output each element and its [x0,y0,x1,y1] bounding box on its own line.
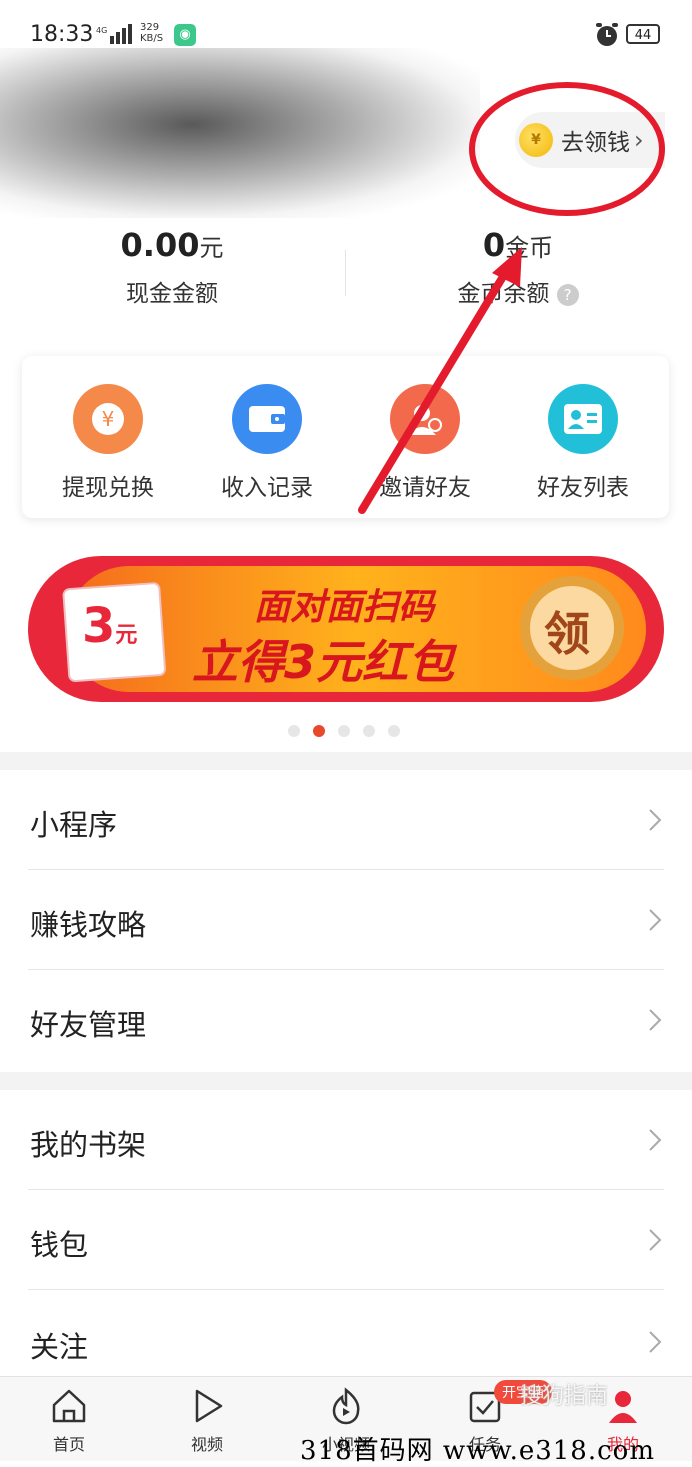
section-gap [0,752,692,770]
contacts-icon [548,384,618,454]
annotation-circle [469,82,665,216]
quick-action-label: 收入记录 [221,475,313,501]
menu-item-earning-guide[interactable]: 赚钱攻略 [0,870,692,970]
watermark-site: 318首码网 www.e318.com [300,1436,655,1466]
cash-balance-unit: 元 [199,234,224,262]
menu-item-mini-programs[interactable]: 小程序 [0,770,692,870]
annotation-arrow [358,247,522,514]
menu-item-label: 好友管理 [30,1008,147,1042]
cash-balance[interactable]: 0.00元 现金金额 [72,226,272,308]
profile-icon [609,1391,637,1423]
menu-item-label: 关注 [30,1330,89,1364]
carousel-dot[interactable] [338,725,350,737]
banner-line1: 面对面扫码 [254,587,435,628]
menu-item-bookshelf[interactable]: 我的书架 [0,1090,692,1190]
chevron-right-icon [649,809,662,831]
battery-indicator: 44 [626,24,660,44]
quick-actions-card: ¥ 提现兑换 收入记录 邀请好友 好友列表 [22,356,669,518]
carousel-dot[interactable] [363,725,375,737]
banner-line2: 立得3元红包 [192,635,455,689]
menu-item-label: 我的书架 [30,1128,147,1162]
chevron-right-icon [649,1331,662,1353]
menu-item-wallet[interactable]: 钱包 [0,1190,692,1290]
chevron-right-icon [649,909,662,931]
play-icon [195,1389,223,1423]
quick-action-friends[interactable]: 好友列表 [513,384,653,502]
menu-item-label: 小程序 [30,808,118,842]
quick-action-label: 提现兑换 [62,475,154,501]
svg-text:¥: ¥ [102,407,115,431]
tab-home[interactable]: 首页 [24,1387,114,1455]
tab-label: 首页 [52,1435,85,1454]
app-notification-icon: ◉ [174,24,196,46]
signal-icon: 4G [96,24,132,44]
chevron-right-icon [649,1129,662,1151]
menu-item-label: 钱包 [30,1228,89,1262]
cash-balance-label: 现金金额 [126,281,218,307]
carousel-dot-active[interactable] [313,725,325,737]
tab-video[interactable]: 视频 [162,1387,252,1455]
carousel-dot[interactable] [288,725,300,737]
network-speed: 329 KB/S [140,22,164,44]
home-icon [52,1389,86,1423]
cash-balance-value: 0.00 [120,226,200,264]
quick-action-withdraw[interactable]: ¥ 提现兑换 [38,384,178,502]
banner-claim-label: 领 [544,607,590,661]
menu-item-label: 赚钱攻略 [30,908,147,942]
help-icon[interactable]: ? [556,283,579,306]
section-gap [0,1072,692,1090]
promo-banner[interactable]: 3元 面对面扫码 立得3元红包 领 [26,548,666,708]
carousel-dot[interactable] [388,725,400,737]
quick-action-income[interactable]: 收入记录 [197,384,337,502]
svg-text:4G: 4G [96,26,107,35]
short-video-icon [332,1387,360,1425]
divider [345,250,346,296]
status-time: 18:33 [30,22,94,47]
yuan-icon: ¥ [73,384,143,454]
profile-header-blurred[interactable] [0,48,480,218]
divider [28,1289,664,1290]
alarm-icon [596,23,618,46]
tab-label: 视频 [190,1435,223,1454]
menu-item-friend-management[interactable]: 好友管理 [0,970,692,1070]
wallet-icon [232,384,302,454]
carousel-indicator [288,722,413,741]
quick-action-label: 好友列表 [537,475,629,501]
chevron-right-icon [649,1229,662,1251]
chevron-right-icon [649,1009,662,1031]
ticket-amount: 3元 [82,598,138,654]
watermark-sogou: 搜狗指南 [520,1384,609,1409]
